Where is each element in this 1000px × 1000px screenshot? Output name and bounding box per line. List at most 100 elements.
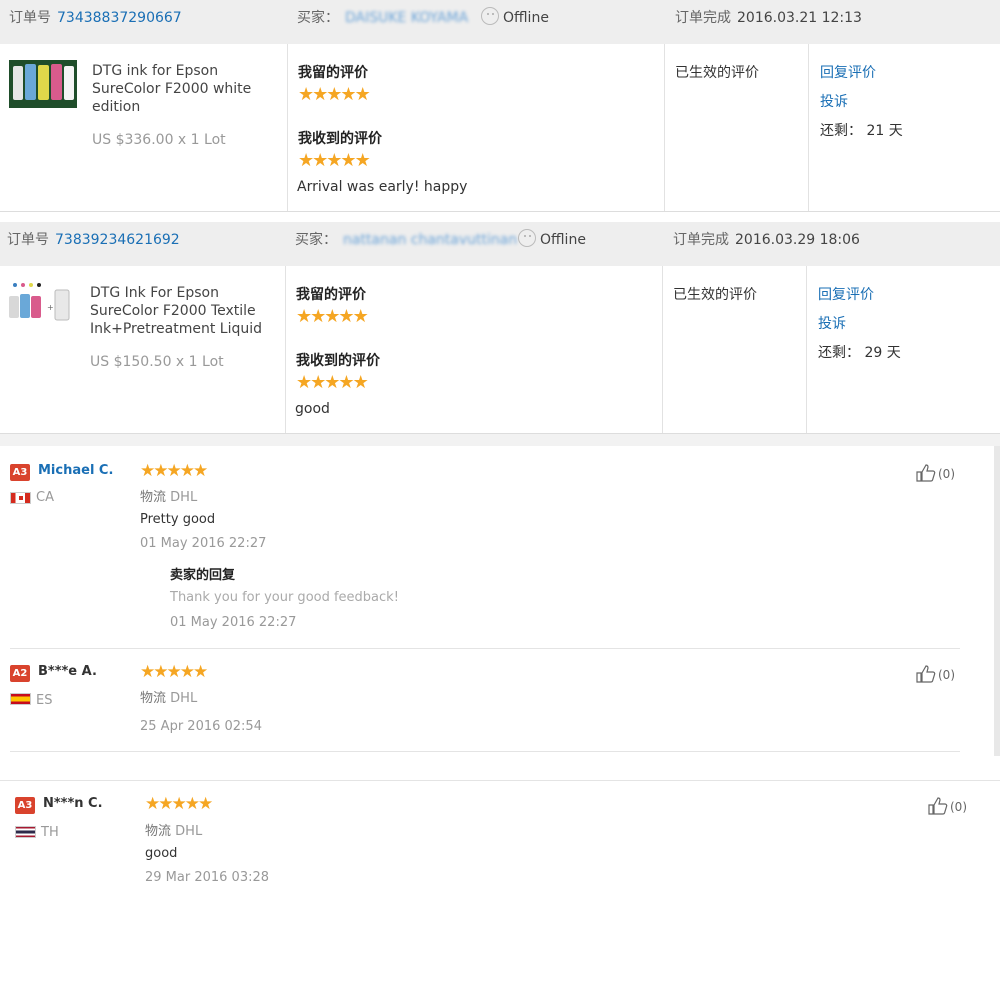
review-text: good [145,846,178,861]
star-icon: ★ [179,461,195,481]
star-icon: ★ [171,794,187,814]
star-icon: ★ [324,306,340,327]
remaining-value: 29 天 [864,345,901,361]
review-state: 已生效的评价 [673,287,757,303]
complain-link[interactable]: 投诉 [820,91,848,111]
my-rating-stars: ★★★★★ [296,306,369,327]
logistics-value: DHL [170,691,198,706]
star-icon: ★ [326,84,342,105]
star-icon: ★ [340,84,356,105]
star-icon: ★ [298,150,314,171]
buyer-level-badge: A3 [10,464,30,481]
thumbs-up-icon [916,665,936,683]
logistics-label: 物流 [140,490,167,505]
star-icon: ★ [338,372,354,393]
star-icon: ★ [310,306,326,327]
star-icon: ★ [296,372,312,393]
star-icon: ★ [310,372,326,393]
star-icon: ★ [184,794,200,814]
product-price: US $150.50 x 1 Lot [90,354,224,370]
seller-reply-label: 卖家的回复 [170,568,236,583]
star-icon: ★ [158,794,173,814]
helpful-button[interactable]: (0) [916,665,955,683]
star-icon: ★ [312,150,328,171]
star-icon: ★ [324,372,340,393]
product-image[interactable] [9,60,77,108]
buyer-name-link[interactable]: Michael C. [38,463,113,478]
buyer-level-badge: A2 [10,665,30,682]
remaining-time: 还剩： 29 天 [818,342,901,362]
order-number-link[interactable]: 73839234621692 [55,222,180,258]
product-image[interactable]: + [7,280,75,328]
received-rating-stars: ★★★★★ [298,150,371,171]
star-icon: ★ [166,461,182,481]
reply-review-link[interactable]: 回复评价 [820,62,876,82]
product-title-link[interactable]: DTG Ink For Epson SureColor F2000 Textil… [90,284,270,338]
buyer-name[interactable]: DAISUKE KOYAMA [345,0,468,36]
review-state: 已生效的评价 [675,65,759,81]
buyer-level-badge: A3 [15,797,35,814]
star-icon: ★ [354,84,371,105]
logistics-value: DHL [175,824,203,839]
svg-text:+: + [47,303,54,312]
online-status: Offline [503,10,549,26]
my-review-label: 我留的评价 [296,287,366,303]
star-icon: ★ [298,84,314,105]
received-review-label: 我收到的评价 [298,131,382,147]
reply-review-link[interactable]: 回复评价 [818,284,874,304]
star-icon: ★ [153,461,168,481]
buyer-country: CA [36,490,54,505]
remaining-label: 还剩： [820,123,862,139]
star-icon: ★ [352,306,369,327]
logistics-value: DHL [170,490,198,505]
thumbs-up-icon [928,797,948,815]
country-flag-icon [15,826,36,838]
star-icon: ★ [340,150,356,171]
remaining-value: 21 天 [866,123,903,139]
review-date: 25 Apr 2016 02:54 [140,719,262,734]
received-review-text: good [295,401,330,417]
logistics-label: 物流 [145,824,172,839]
smiley-icon [518,229,536,247]
star-icon: ★ [179,662,195,682]
star-icon: ★ [354,150,371,171]
rating-stars: ★★★★★ [145,794,213,814]
buyer-name[interactable]: nattanan chantavuttinan [343,222,517,258]
star-icon: ★ [153,662,168,682]
my-rating-stars: ★★★★★ [298,84,371,105]
order-header: 订单号 73438837290667 买家： DAISUKE KOYAMA Of… [0,0,1000,44]
star-icon: ★ [140,461,155,481]
product-title-link[interactable]: DTG ink for Epson SureColor F2000 white … [92,62,262,116]
buyer-country: ES [36,693,53,708]
buyer-name: N***n C. [43,796,103,811]
product-price: US $336.00 x 1 Lot [92,132,226,148]
buyer-country: TH [41,825,59,840]
logistics-info: 物流 DHL [140,486,197,505]
buyer-label: 买家： [297,10,339,26]
star-icon: ★ [145,794,160,814]
helpful-count: (0) [938,668,955,682]
order-body: DTG ink for Epson SureColor F2000 white … [0,44,1000,212]
country-flag-icon [10,492,31,504]
country-flag-icon [10,693,31,705]
logistics-info: 物流 DHL [140,687,197,706]
review-text: Pretty good [140,512,216,527]
star-icon: ★ [296,306,312,327]
helpful-count: (0) [950,800,967,814]
star-icon: ★ [198,794,213,814]
helpful-count: (0) [938,467,955,481]
complain-link[interactable]: 投诉 [818,313,846,333]
thumbs-up-icon [916,464,936,482]
buyer-name: B***e A. [38,664,97,679]
star-icon: ★ [140,662,155,682]
remaining-time: 还剩： 21 天 [820,120,903,140]
helpful-button[interactable]: (0) [916,464,955,482]
star-icon: ★ [193,461,208,481]
smiley-icon [481,7,499,25]
rating-stars: ★★★★★ [140,461,208,481]
logistics-label: 物流 [140,691,167,706]
helpful-button[interactable]: (0) [928,797,967,815]
complete-label: 订单完成 [673,232,729,248]
order-number-link[interactable]: 73438837290667 [57,0,182,36]
received-review-label: 我收到的评价 [296,353,380,369]
